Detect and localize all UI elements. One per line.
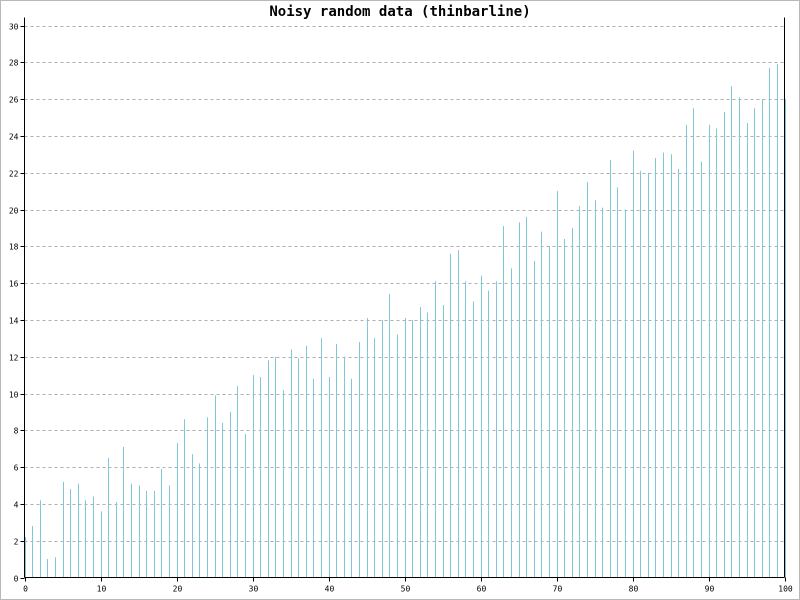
- x-tick-label: 10: [97, 585, 107, 594]
- y-tick-label: 28: [9, 59, 19, 68]
- plot-area: 024681012141618202224262830 0 10 20 30 40 50 6…: [9, 17, 793, 594]
- y-tick-label: 6: [14, 464, 19, 473]
- y-tick-label: 12: [9, 354, 19, 363]
- axes: [24, 17, 785, 578]
- x-tick-label: 0: [23, 585, 28, 594]
- y-tick-label: 2: [14, 538, 19, 547]
- y-tick-labels: 024681012141618202224262830: [9, 23, 25, 584]
- y-tick-label: 22: [9, 170, 19, 179]
- x-tick-label: 60: [477, 585, 487, 594]
- y-tick-label: 30: [9, 23, 19, 32]
- x-tick-label: 50: [401, 585, 411, 594]
- y-tick-label: 10: [9, 391, 19, 400]
- x-tick-label: 40: [325, 585, 335, 594]
- y-tick-label: 18: [9, 243, 19, 252]
- x-tick-label: 90: [705, 585, 715, 594]
- y-tick-label: 0: [14, 575, 19, 584]
- x-tick-label: 70: [553, 585, 563, 594]
- x-tick-label: 80: [629, 585, 639, 594]
- grid-lines: [24, 26, 785, 542]
- x-tick-label: 100: [778, 585, 793, 594]
- y-tick-label: 16: [9, 280, 19, 289]
- x-tick-label: 20: [173, 585, 183, 594]
- x-tick-labels: 0 10 20 30 40 50 60 70 80 90 100: [23, 577, 793, 594]
- y-tick-label: 14: [9, 317, 19, 326]
- y-tick-label: 24: [9, 133, 19, 142]
- y-tick-label: 8: [14, 427, 19, 436]
- y-tick-label: 20: [9, 207, 19, 216]
- y-tick-label: 26: [9, 96, 19, 105]
- y-tick-label: 4: [14, 501, 19, 510]
- x-tick-label: 30: [249, 585, 259, 594]
